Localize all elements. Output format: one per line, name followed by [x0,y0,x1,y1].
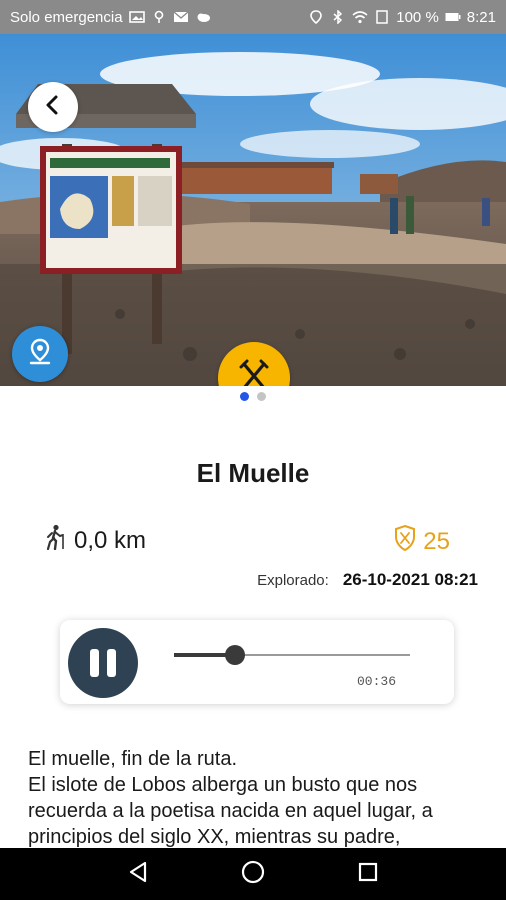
arrow-left-icon [42,94,64,121]
carrier-label: Solo emergencia [10,8,123,26]
back-button[interactable] [28,82,78,132]
description-line: El muelle, fin de la ruta. [28,748,237,770]
explored-label: Explorado: [257,572,329,589]
hero-image[interactable] [0,34,506,386]
cloud-icon [195,10,211,24]
description-line: El islote de Lobos alberga un busto que … [28,774,433,848]
bluetooth-icon [330,9,346,25]
hiker-icon [44,524,68,557]
clock: 8:21 [466,8,496,26]
place-title: El Muelle [196,458,310,488]
landscape-photo [0,34,506,386]
sim-icon [374,10,390,24]
explored-date: 26-10-2021 08:21 [342,570,478,589]
seek-thumb[interactable] [225,645,246,665]
nav-home-button[interactable] [233,854,273,894]
pause-icon [86,649,120,677]
points-value: 25 [423,527,450,555]
triangle-back-icon [127,860,149,889]
mail-icon [173,10,189,24]
battery-percent: 100 % [396,8,439,26]
shield-badge-icon [393,524,417,559]
square-recents-icon [357,861,379,888]
distance-value: 0,0 km [74,526,147,554]
circle-home-icon [241,860,265,889]
image-icon [128,10,145,24]
audio-player: 00:36 [60,620,454,704]
carousel-dot-2[interactable] [257,392,266,401]
carousel-indicator [0,392,506,401]
gps-icon [308,10,324,25]
carousel-dot-1[interactable] [240,392,249,401]
description: El muelle, fin de la ruta. El islote de … [28,746,488,850]
wifi-icon [352,10,368,24]
nav-recents-button[interactable] [348,854,388,894]
map-location-button[interactable] [12,326,68,382]
elapsed-time: 00:36 [356,674,396,689]
pause-button[interactable] [68,628,138,698]
system-nav-bar [0,848,506,900]
battery-icon [445,10,461,24]
explored-info: Explorado: 26-10-2021 08:21 [257,570,478,590]
nav-back-button[interactable] [118,854,158,894]
crossed-tools-icon [237,359,271,386]
distance-stat: 0,0 km [44,524,146,557]
status-bar: Solo emergencia 100 % 8:21 [0,0,506,34]
audio-seek-bar[interactable] [174,645,410,665]
points-stat: 25 [393,524,450,559]
location-small-icon [151,10,167,24]
map-pin-icon [26,337,54,372]
